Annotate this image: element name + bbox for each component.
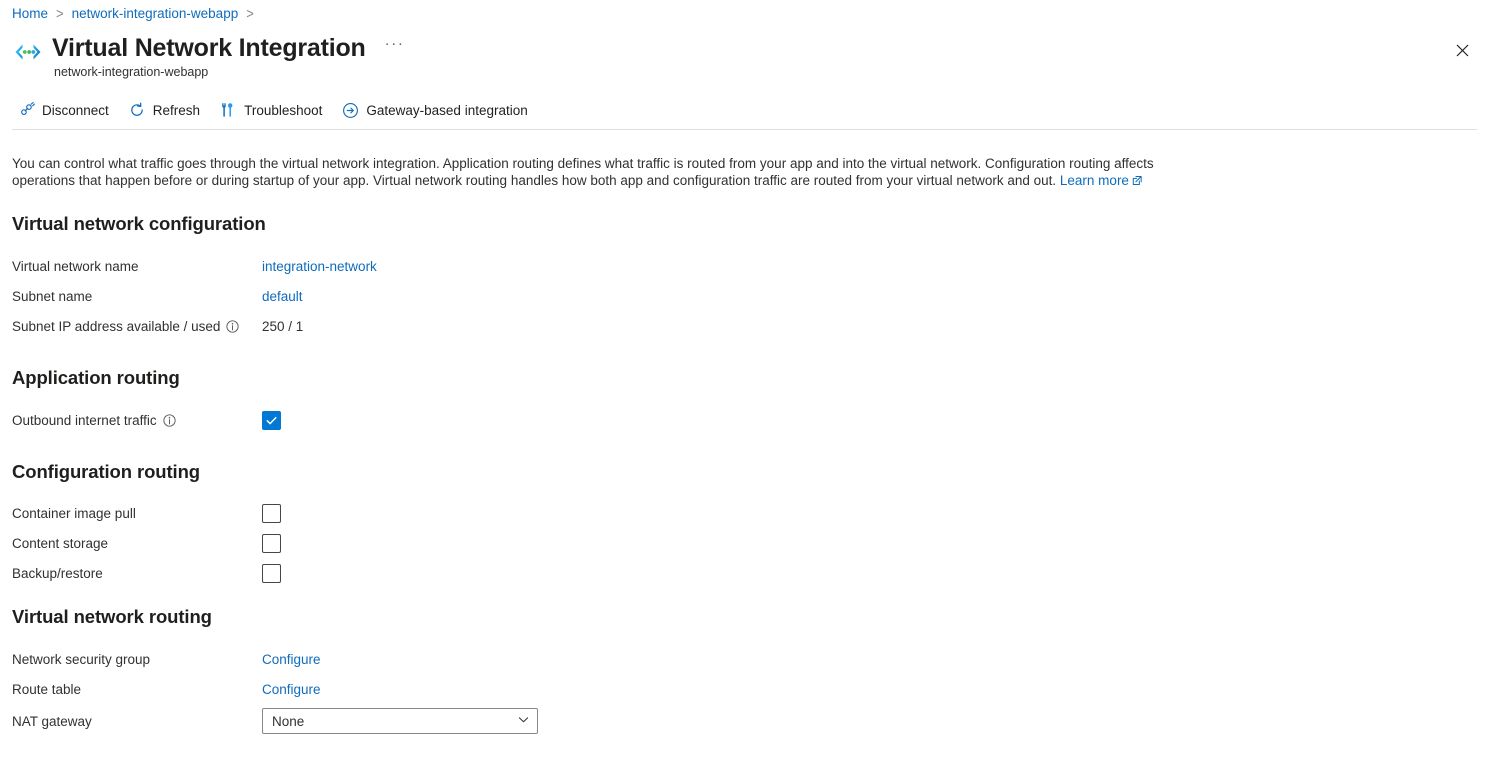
field-label: Subnet name	[12, 287, 262, 306]
close-button[interactable]	[1448, 36, 1476, 64]
section-title-vnet-routing: Virtual network routing	[12, 605, 212, 629]
troubleshoot-tools-icon	[219, 101, 237, 119]
container-image-pull-checkbox[interactable]	[262, 504, 281, 523]
outbound-internet-traffic-checkbox[interactable]	[262, 411, 281, 430]
field-subnet-ip-address: Subnet IP address available / used 250 /…	[12, 316, 712, 336]
page-header: Virtual Network Integration ··· network-…	[12, 33, 404, 81]
field-route-table: Route table Configure	[12, 679, 712, 699]
backup-restore-checkbox[interactable]	[262, 564, 281, 583]
section-title-application-routing: Application routing	[12, 366, 180, 390]
learn-more-label: Learn more	[1060, 173, 1129, 188]
field-subnet-name: Subnet name default	[12, 286, 712, 306]
disconnect-button[interactable]: Disconnect	[12, 96, 117, 124]
field-virtual-network-name: Virtual network name integration-network	[12, 256, 712, 276]
more-options-icon[interactable]: ···	[385, 38, 405, 58]
toolbar-divider	[12, 129, 1477, 130]
nat-gateway-dropdown[interactable]: None	[262, 708, 538, 734]
command-label: Disconnect	[42, 103, 109, 118]
command-label: Troubleshoot	[244, 103, 322, 118]
field-network-security-group: Network security group Configure	[12, 649, 712, 669]
field-label-text: Subnet IP address available / used	[12, 317, 220, 336]
troubleshoot-button[interactable]: Troubleshoot	[214, 96, 330, 124]
breadcrumb-item-home[interactable]: Home	[12, 5, 48, 23]
field-label: Container image pull	[12, 504, 262, 523]
breadcrumb-separator: >	[246, 4, 254, 25]
chevron-down-icon	[517, 713, 530, 729]
learn-more-link[interactable]: Learn more	[1060, 173, 1143, 188]
field-label: Outbound internet traffic	[12, 411, 262, 430]
info-icon[interactable]	[226, 320, 239, 333]
subnet-name-link[interactable]: default	[262, 289, 303, 304]
breadcrumb-separator: >	[56, 4, 64, 25]
nat-gateway-selected-value: None	[272, 714, 304, 729]
section-title-configuration-routing: Configuration routing	[12, 460, 200, 484]
field-label: Virtual network name	[12, 257, 262, 276]
field-label: Subnet IP address available / used	[12, 317, 262, 336]
disconnect-plug-icon	[17, 101, 35, 119]
gateway-based-integration-button[interactable]: Gateway-based integration	[336, 96, 535, 124]
field-label: Backup/restore	[12, 564, 262, 583]
page-subtitle: network-integration-webapp	[54, 64, 404, 81]
page-title: Virtual Network Integration	[52, 33, 366, 63]
field-outbound-internet-traffic: Outbound internet traffic	[12, 410, 712, 430]
section-title-vnet-configuration: Virtual network configuration	[12, 212, 266, 236]
virtual-network-name-link[interactable]: integration-network	[262, 259, 377, 274]
field-label: Route table	[12, 680, 262, 699]
close-icon	[1456, 44, 1469, 57]
field-label: Network security group	[12, 650, 262, 669]
field-nat-gateway: NAT gateway None	[12, 708, 712, 734]
field-label: Content storage	[12, 534, 262, 553]
checkmark-icon	[265, 414, 278, 427]
network-security-group-configure-link[interactable]: Configure	[262, 652, 321, 667]
field-backup-restore: Backup/restore	[12, 563, 712, 583]
refresh-button[interactable]: Refresh	[123, 96, 208, 124]
external-link-icon	[1132, 173, 1143, 190]
arrow-circle-right-icon	[341, 101, 359, 119]
code-brackets-icon	[12, 36, 44, 68]
command-label: Gateway-based integration	[366, 103, 527, 118]
subnet-ip-value: 250 / 1	[262, 317, 303, 336]
breadcrumb-item-webapp[interactable]: network-integration-webapp	[72, 5, 239, 23]
field-label: NAT gateway	[12, 712, 262, 731]
vnet-integration-page: Home > network-integration-webapp >	[0, 0, 1490, 767]
field-content-storage: Content storage	[12, 533, 712, 553]
field-container-image-pull: Container image pull	[12, 503, 712, 523]
refresh-icon	[128, 101, 146, 119]
breadcrumb: Home > network-integration-webapp >	[12, 5, 262, 23]
command-label: Refresh	[153, 103, 200, 118]
route-table-configure-link[interactable]: Configure	[262, 682, 321, 697]
field-label-text: Outbound internet traffic	[12, 411, 157, 430]
command-bar: Disconnect Refresh	[12, 96, 542, 124]
info-icon[interactable]	[163, 414, 176, 427]
content-storage-checkbox[interactable]	[262, 534, 281, 553]
page-description: You can control what traffic goes throug…	[12, 155, 1202, 190]
description-text: You can control what traffic goes throug…	[12, 156, 1154, 188]
